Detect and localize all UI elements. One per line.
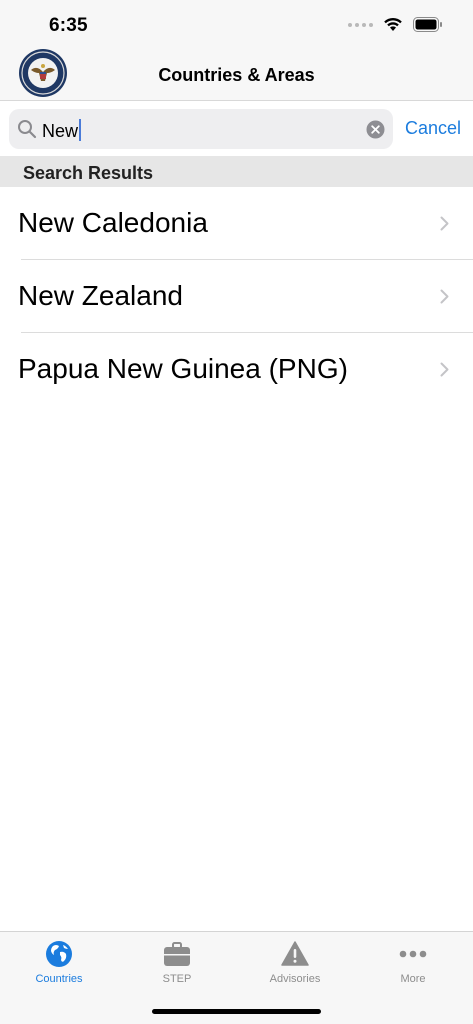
tab-label: Countries: [35, 973, 83, 985]
signal-dots-icon: [348, 22, 373, 27]
status-icons: [348, 17, 443, 32]
results-list: New Caledonia New Zealand Papua New Guin…: [0, 187, 473, 406]
result-item-label: Papua New Guinea (PNG): [18, 353, 348, 384]
tab-advisories[interactable]: Advisories: [236, 932, 354, 992]
status-bar: 6:35: [0, 0, 473, 46]
text-caret: [79, 119, 82, 141]
result-item-new-caledonia[interactable]: New Caledonia: [0, 187, 473, 260]
tab-countries[interactable]: Countries: [0, 932, 118, 992]
search-row: New Cancel: [0, 101, 473, 156]
search-icon: [18, 120, 37, 139]
result-item-label: New Caledonia: [18, 207, 208, 238]
result-item-label: New Zealand: [18, 280, 183, 311]
tab-label: Advisories: [269, 973, 321, 985]
nav-bar: Countries & Areas: [0, 46, 473, 101]
tab-more[interactable]: More: [354, 932, 472, 992]
page-title: Countries & Areas: [158, 65, 315, 85]
wifi-icon: [384, 17, 402, 31]
chevron-right-icon: [440, 289, 449, 304]
section-header: Search Results: [0, 156, 473, 187]
section-title: Search Results: [23, 163, 154, 183]
status-time: 6:35: [49, 15, 88, 36]
briefcase-icon: [164, 942, 190, 966]
search-input-value: New: [42, 119, 82, 142]
tab-label: More: [400, 973, 426, 985]
search-input[interactable]: New: [9, 109, 393, 149]
clear-search-icon[interactable]: [366, 120, 385, 139]
chevron-right-icon: [440, 216, 449, 231]
tab-label: STEP: [162, 973, 192, 985]
warning-icon: [281, 941, 309, 966]
home-indicator: [152, 1009, 321, 1014]
globe-icon: [46, 941, 72, 967]
tab-step[interactable]: STEP: [118, 932, 236, 992]
result-item-papua-new-guinea[interactable]: Papua New Guinea (PNG): [0, 333, 473, 406]
cancel-button[interactable]: Cancel: [405, 118, 461, 139]
screen: 6:35 Countries & Areas New Cancel Search…: [0, 0, 473, 1024]
result-item-new-zealand[interactable]: New Zealand: [0, 260, 473, 333]
more-icon: [399, 950, 427, 958]
battery-icon: [413, 17, 442, 32]
chevron-right-icon: [440, 362, 449, 377]
